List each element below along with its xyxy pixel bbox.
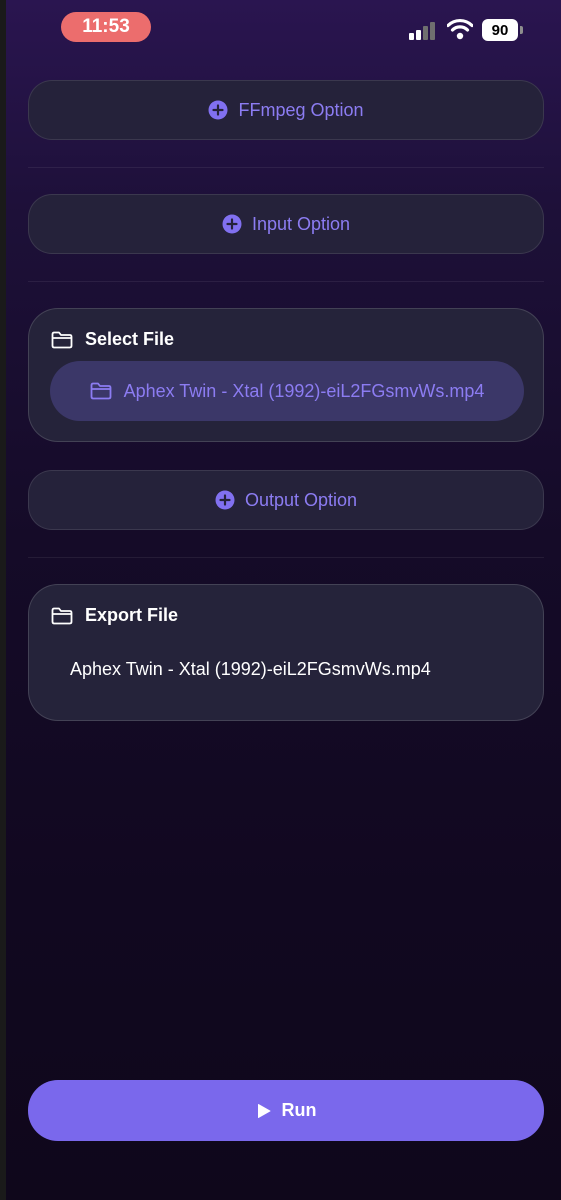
section-divider bbox=[28, 167, 544, 168]
plus-circle-icon bbox=[208, 100, 228, 120]
wifi-icon bbox=[447, 18, 473, 40]
input-option-label: Input Option bbox=[251, 213, 351, 234]
battery-cap bbox=[520, 26, 523, 34]
export-file-header: Export File bbox=[51, 605, 178, 626]
play-icon bbox=[257, 1103, 270, 1118]
selected-file-button[interactable]: Aphex Twin - Xtal (1992)-eiL2FGsmvWs.mp4 bbox=[50, 361, 524, 421]
ffmpeg-option-label: FFmpeg Option bbox=[238, 99, 364, 120]
select-file-card: Select File Aphex Twin - Xtal (1992)-eiL… bbox=[28, 308, 544, 442]
screen-edge bbox=[0, 0, 6, 1200]
battery-icon: 90 bbox=[482, 19, 524, 41]
output-option-label: Output Option bbox=[244, 489, 358, 510]
section-divider bbox=[28, 281, 544, 282]
plus-circle-icon bbox=[215, 490, 235, 510]
run-button[interactable]: Run bbox=[28, 1080, 544, 1141]
folder-icon bbox=[51, 331, 73, 348]
status-time[interactable]: 11:53 bbox=[61, 12, 151, 42]
plus-circle-icon bbox=[222, 214, 242, 234]
status-bar: 11:53 90 bbox=[0, 0, 561, 56]
select-file-header: Select File bbox=[51, 329, 174, 350]
run-label: Run bbox=[281, 1100, 317, 1120]
folder-icon bbox=[51, 607, 73, 624]
ffmpeg-option-button[interactable]: FFmpeg Option bbox=[28, 80, 544, 140]
export-file-name[interactable]: Aphex Twin - Xtal (1992)-eiL2FGsmvWs.mp4 bbox=[70, 659, 431, 680]
selected-file-name: Aphex Twin - Xtal (1992)-eiL2FGsmvWs.mp4 bbox=[123, 380, 485, 401]
output-option-button[interactable]: Output Option bbox=[28, 470, 544, 530]
cellular-signal-icon bbox=[409, 20, 439, 40]
input-option-button[interactable]: Input Option bbox=[28, 194, 544, 254]
folder-icon bbox=[90, 382, 111, 400]
export-file-card: Export File Aphex Twin - Xtal (1992)-eiL… bbox=[28, 584, 544, 721]
export-file-title: Export File bbox=[85, 605, 179, 625]
select-file-title: Select File bbox=[85, 329, 175, 349]
battery-level: 90 bbox=[482, 19, 518, 41]
section-divider bbox=[28, 557, 544, 558]
